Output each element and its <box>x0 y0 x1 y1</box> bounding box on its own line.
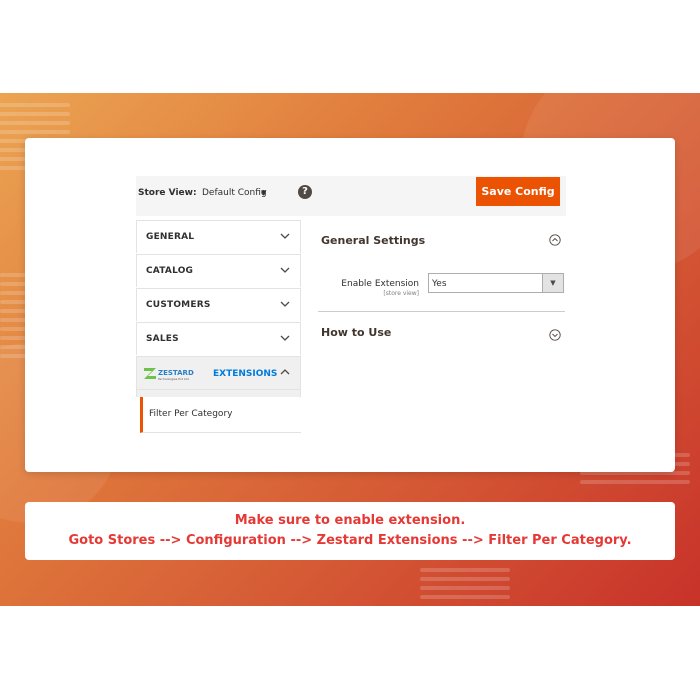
caret-down-icon[interactable]: ▼ <box>261 189 266 197</box>
scope-label: [store view] <box>383 290 419 297</box>
sidebar-item-label: CUSTOMERS <box>146 300 211 310</box>
store-view-toolbar: Store View: Default Config ▼ ? Save Conf… <box>136 176 566 216</box>
note-line-2: Goto Stores --> Configuration --> Zestar… <box>68 533 632 548</box>
logo-subtext: Technologies Pvt Ltd <box>157 377 189 381</box>
instruction-note: Make sure to enable extension. Goto Stor… <box>25 502 675 560</box>
sidebar-item-general[interactable]: GENERAL <box>136 220 301 253</box>
sidebar-item-extensions[interactable]: ZESTARD Technologies Pvt Ltd EXTENSIONS <box>136 356 301 390</box>
expand-down-icon[interactable] <box>549 329 561 341</box>
sidebar-item-label: EXTENSIONS <box>213 369 278 379</box>
store-view-switcher[interactable]: Default Config <box>202 188 267 198</box>
dropdown-arrow-icon[interactable]: ▼ <box>542 274 563 292</box>
save-config-button[interactable]: Save Config <box>476 177 560 206</box>
zestard-logo: ZESTARD Technologies Pvt Ltd <box>144 368 194 381</box>
sidebar-gap <box>136 390 301 397</box>
sidebar-item-label: CATALOG <box>146 266 194 276</box>
chevron-down-icon <box>280 233 290 239</box>
chevron-down-icon <box>280 335 290 341</box>
help-icon[interactable]: ? <box>298 185 312 199</box>
config-sidebar: GENERAL CATALOG CUSTOMERS SALES ZESTARD … <box>136 220 301 433</box>
sidebar-item-label: SALES <box>146 334 179 344</box>
store-view-label: Store View: <box>138 188 197 198</box>
enable-extension-select[interactable]: Yes ▼ <box>428 273 564 293</box>
decorative-lines <box>420 568 510 604</box>
chevron-down-icon <box>280 301 290 307</box>
section-divider <box>318 311 565 312</box>
chevron-up-icon <box>280 369 290 375</box>
sidebar-subitem-label: Filter Per Category <box>149 409 233 419</box>
collapse-up-icon[interactable] <box>549 234 561 246</box>
sidebar-item-filter-per-category[interactable]: Filter Per Category <box>140 397 301 433</box>
enable-extension-label: Enable Extension <box>341 279 419 289</box>
select-value: Yes <box>432 279 447 289</box>
sidebar-item-customers[interactable]: CUSTOMERS <box>136 288 301 321</box>
sidebar-item-catalog[interactable]: CATALOG <box>136 254 301 287</box>
sidebar-item-sales[interactable]: SALES <box>136 322 301 355</box>
sidebar-item-label: GENERAL <box>146 232 195 242</box>
note-line-1: Make sure to enable extension. <box>234 513 466 528</box>
logo-text: ZESTARD <box>158 369 194 377</box>
general-settings-title[interactable]: General Settings <box>321 234 425 247</box>
how-to-use-title[interactable]: How to Use <box>321 326 391 339</box>
chevron-down-icon <box>280 267 290 273</box>
